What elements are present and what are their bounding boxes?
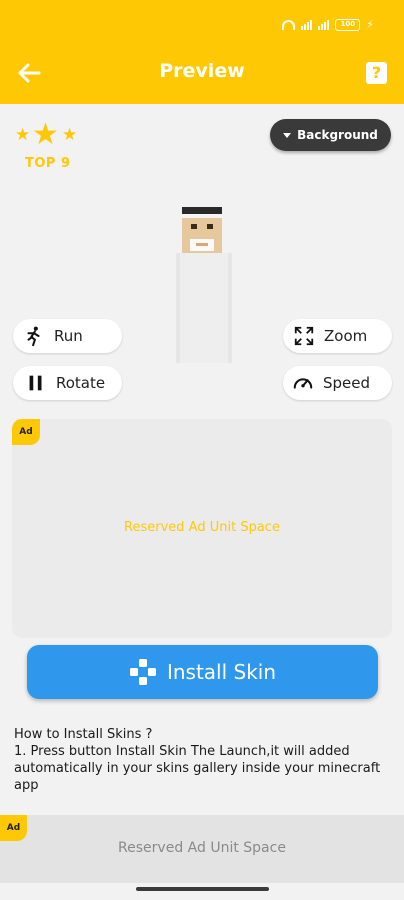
ad-badge: Ad (12, 419, 40, 445)
ad-placeholder-text: Reserved Ad Unit Space (124, 520, 280, 535)
rating-stars: ★ ★ ★ (15, 117, 79, 152)
charging-icon: ⚡ (366, 18, 374, 31)
status-bar: 100 ⚡ (0, 0, 404, 40)
speed-button[interactable]: Speed (283, 366, 392, 400)
skin-preview[interactable] (176, 207, 232, 363)
install-skin-label: Install Skin (166, 660, 277, 684)
speed-label: Speed (323, 374, 371, 392)
help-button[interactable]: ? (366, 62, 387, 84)
skin-hairline (182, 214, 222, 218)
gamepad-icon (129, 659, 156, 685)
zoom-label: Zoom (324, 327, 368, 345)
background-button-label: Background (297, 128, 378, 142)
zoom-expand-icon (294, 326, 314, 346)
skin-mouth (196, 243, 208, 246)
skin-left-arm (176, 253, 180, 363)
speedometer-icon (293, 378, 313, 389)
skin-right-arm (228, 253, 232, 363)
star-icon: ★ (32, 117, 59, 152)
star-icon: ★ (62, 125, 78, 145)
bottom-ad-badge: Ad (0, 815, 27, 841)
run-button[interactable]: Run (13, 319, 122, 353)
app-bar: Preview ? (0, 40, 404, 104)
background-button[interactable]: Background (270, 119, 391, 151)
skin-body (176, 253, 232, 363)
install-skin-button[interactable]: Install Skin (27, 645, 378, 699)
zoom-button[interactable]: Zoom (283, 319, 392, 353)
wifi-icon (282, 20, 296, 30)
skin-eye-left (191, 224, 197, 229)
skin-hair (182, 207, 222, 214)
caret-down-icon (283, 132, 292, 138)
install-instructions: How to Install Skins ? 1. Press button I… (14, 726, 394, 794)
rotate-label: Rotate (56, 374, 106, 392)
rotate-button[interactable]: Rotate (13, 366, 122, 400)
signal-icon-2 (318, 20, 330, 30)
battery-icon: 100 (335, 19, 361, 31)
run-label: Run (54, 327, 83, 345)
instructions-step-1: 1. Press button Install Skin The Launch,… (14, 744, 381, 793)
status-icons: 100 ⚡ (282, 19, 374, 31)
star-icon: ★ (15, 125, 31, 145)
page-title: Preview (159, 60, 245, 82)
signal-icon (301, 20, 313, 30)
run-icon (27, 326, 40, 347)
instructions-heading: How to Install Skins ? (14, 727, 153, 742)
bottom-ad-placeholder-text: Reserved Ad Unit Space (118, 840, 286, 856)
rank-label: TOP 9 (25, 156, 71, 171)
pause-icon (29, 375, 42, 391)
skin-eye-right (207, 224, 213, 229)
home-indicator[interactable] (136, 887, 269, 891)
